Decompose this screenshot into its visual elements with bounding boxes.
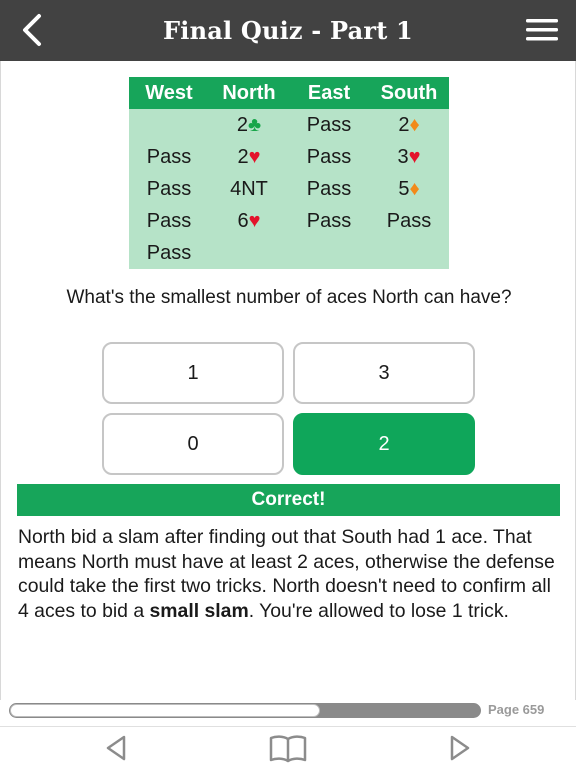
bid-cell-north: 6♥ — [209, 205, 289, 237]
bid-cell-west: Pass — [129, 173, 209, 205]
triangle-left-icon — [106, 735, 126, 761]
bidding-table: West North East South 2♣ Pass 2♦ Pass 2♥ Pass… — [129, 77, 449, 269]
bid-cell-east: Pass — [289, 109, 369, 141]
bidding-header-row: West North East South — [129, 77, 449, 109]
suit-symbol-icon: ♥ — [408, 145, 421, 168]
column-header-east: East — [289, 77, 369, 109]
bid-text: Pass — [146, 209, 192, 232]
suit-symbol-icon: ♣ — [248, 113, 262, 136]
bid-cell-south: 2♦ — [369, 109, 449, 141]
bidding-row: 2♣ Pass 2♦ — [129, 109, 449, 141]
bidding-row: Pass 4NT Pass 5♦ — [129, 173, 449, 205]
answer-label: 1 — [187, 361, 199, 384]
bid-text: 2 — [237, 145, 249, 168]
bid-text: Pass — [306, 113, 352, 136]
bid-cell-west: Pass — [129, 237, 209, 269]
answer-option-4[interactable]: 2 — [293, 413, 475, 475]
answer-option-3[interactable]: 0 — [102, 413, 284, 475]
bid-cell-south: 5♦ — [369, 173, 449, 205]
bid-cell-south — [369, 237, 449, 269]
answer-option-1[interactable]: 1 — [102, 342, 284, 404]
column-header-north: North — [209, 77, 289, 109]
bid-cell-west: Pass — [129, 141, 209, 173]
bid-cell-north — [209, 237, 289, 269]
answer-label: 3 — [378, 361, 390, 384]
bid-text: Pass — [146, 177, 192, 200]
hamburger-menu-icon — [526, 19, 558, 41]
bid-cell-west — [129, 109, 209, 141]
menu-button[interactable] — [522, 12, 562, 48]
bid-text: Pass — [306, 145, 352, 168]
contents-book-button[interactable] — [268, 731, 308, 765]
explanation-part-2: . You're allowed to lose 1 trick. — [248, 599, 509, 622]
answer-label: 0 — [187, 432, 199, 455]
previous-page-button[interactable] — [96, 731, 136, 765]
bid-text: Pass — [146, 145, 192, 168]
bid-text: Pass — [386, 209, 432, 232]
bid-cell-south: Pass — [369, 205, 449, 237]
column-header-south: South — [369, 77, 449, 109]
explanation-bold: small slam — [149, 599, 249, 622]
page-number-label: Page 659 — [488, 702, 545, 717]
bid-cell-east: Pass — [289, 205, 369, 237]
answer-label: 2 — [378, 432, 390, 455]
bid-text: Pass — [306, 209, 352, 232]
suit-symbol-icon: ♦ — [409, 113, 420, 136]
bid-text: 2 — [236, 113, 248, 136]
suit-symbol-icon: ♥ — [248, 209, 261, 232]
bid-text: 6 — [237, 209, 249, 232]
answer-option-2[interactable]: 3 — [293, 342, 475, 404]
next-page-button[interactable] — [440, 731, 480, 765]
bid-cell-north: 4NT — [209, 173, 289, 205]
bidding-row: Pass 6♥ Pass Pass — [129, 205, 449, 237]
bid-text: Pass — [306, 177, 352, 200]
quiz-content: West North East South 2♣ Pass 2♦ Pass 2♥ Pass… — [0, 61, 576, 700]
bid-cell-east: Pass — [289, 141, 369, 173]
bid-cell-north: 2♥ — [209, 141, 289, 173]
bid-cell-west: Pass — [129, 205, 209, 237]
page-title: Final Quiz - Part 1 — [163, 16, 413, 45]
question-text: What's the smallest number of aces North… — [66, 287, 512, 308]
bid-cell-north: 2♣ — [209, 109, 289, 141]
suit-symbol-icon: ♥ — [248, 145, 261, 168]
bid-text: 3 — [397, 145, 409, 168]
bidding-row: Pass 2♥ Pass 3♥ — [129, 141, 449, 173]
bottom-navigation — [0, 726, 576, 768]
app-header: Final Quiz - Part 1 — [0, 0, 576, 61]
progress-fill — [10, 704, 321, 717]
bid-cell-east: Pass — [289, 173, 369, 205]
suit-symbol-icon: ♦ — [409, 177, 420, 200]
open-book-icon — [269, 735, 307, 763]
bid-text: 4NT — [230, 177, 268, 200]
feedback-banner: Correct! — [17, 484, 560, 516]
bid-cell-south: 3♥ — [369, 141, 449, 173]
page-progress-bar[interactable] — [9, 703, 481, 718]
triangle-right-icon — [450, 735, 470, 761]
bid-text: 2 — [398, 113, 410, 136]
bid-cell-east — [289, 237, 369, 269]
explanation-text: North bid a slam after finding out that … — [18, 525, 562, 623]
bidding-row: Pass — [129, 237, 449, 269]
bid-text: 5 — [398, 177, 410, 200]
bid-text: Pass — [146, 241, 192, 264]
column-header-west: West — [129, 77, 209, 109]
